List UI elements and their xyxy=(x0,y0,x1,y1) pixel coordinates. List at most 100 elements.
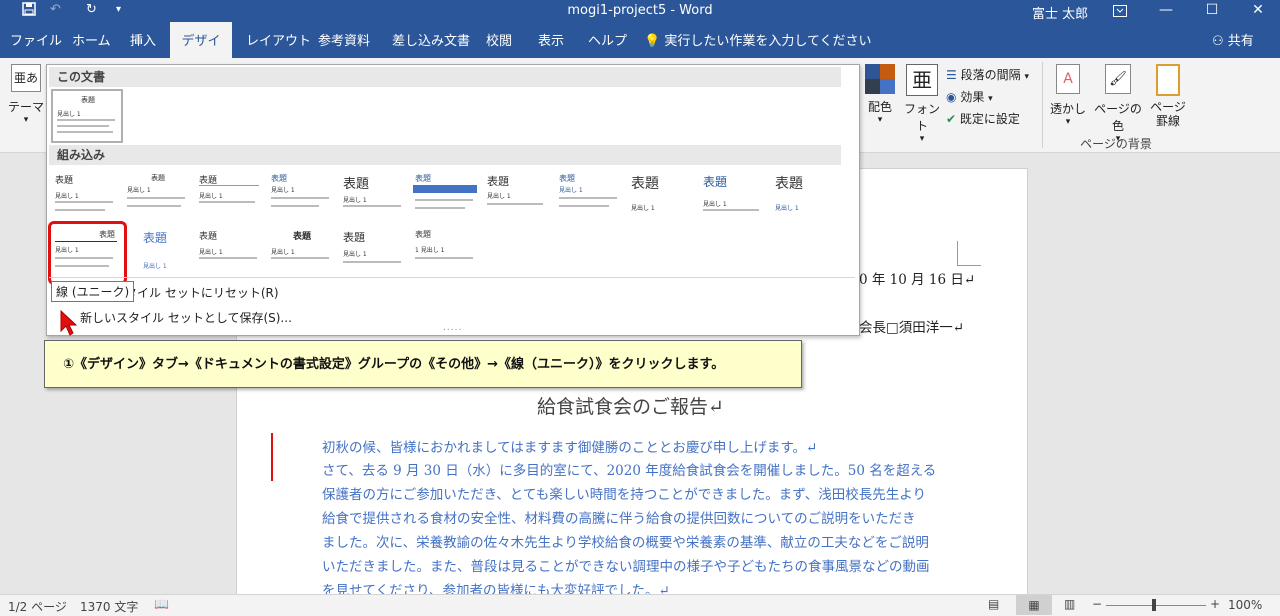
user-name[interactable]: 富士 太郎 xyxy=(1032,3,1088,22)
maximize-icon[interactable]: ☐ xyxy=(1190,0,1234,22)
fonts-button[interactable]: 亜 フォント ▾ xyxy=(902,64,942,144)
thumb-title: 表題 xyxy=(703,175,728,189)
watermark-button[interactable]: A 透かし ▾ xyxy=(1048,64,1088,127)
colors-label: 配色 xyxy=(867,100,892,114)
tab-help[interactable]: ヘルプ xyxy=(582,22,633,58)
zoom-slider-track[interactable] xyxy=(1106,605,1206,606)
thumb-line xyxy=(55,209,105,211)
page-borders-label: ページ罫線 xyxy=(1150,100,1186,128)
page-count[interactable]: 1/2 ページ xyxy=(8,598,67,615)
effects-button[interactable]: ◉ 効果 ▾ xyxy=(946,88,993,105)
style-thumb[interactable]: 表題 見出し 1 xyxy=(627,169,695,219)
page-borders-button[interactable]: ページ罫線 xyxy=(1148,64,1188,128)
thumb-heading: 見出し 1 xyxy=(271,249,295,256)
style-thumb[interactable]: 表題 1 見出し 1 xyxy=(411,225,479,275)
page-color-button[interactable]: 🖌 ページの色 ▾ xyxy=(1090,64,1146,144)
tab-design[interactable]: デザイン xyxy=(170,22,232,89)
ribbon-display-icon[interactable] xyxy=(1098,0,1142,22)
zoom-level[interactable]: 100% xyxy=(1228,598,1262,612)
tab-view[interactable]: 表示 xyxy=(532,22,570,58)
thumb-line xyxy=(343,261,401,263)
tab-home[interactable]: ホーム xyxy=(66,22,117,58)
change-bar xyxy=(271,433,273,481)
thumb-heading-bar xyxy=(413,185,477,193)
set-default-button[interactable]: ✔ 既定に設定 xyxy=(946,110,1020,127)
group-label-page-background: ページの背景 xyxy=(1080,137,1152,151)
style-thumb[interactable]: 表題 見出し 1 xyxy=(699,169,767,219)
style-thumb[interactable]: 表題 見出し 1 xyxy=(123,169,191,219)
tab-references[interactable]: 参考資料 xyxy=(312,22,376,58)
style-thumb[interactable]: 表題 見出し 1 xyxy=(267,225,335,275)
save-style-set-menu-item[interactable]: 新しいスタイル セットとして保存(S)... xyxy=(80,309,292,326)
proofing-icon[interactable]: 📖 xyxy=(154,597,169,611)
zoom-out-button[interactable]: − xyxy=(1092,597,1102,611)
thumb-title: 表題 xyxy=(343,177,370,192)
reset-style-set-menu-item[interactable]: タイル セットにリセット(R) xyxy=(125,284,279,301)
tell-me-box[interactable]: 💡 実行したい作業を入力してください xyxy=(644,22,872,58)
margin-mark xyxy=(957,265,981,266)
style-thumb[interactable]: 表題 見出し 1 xyxy=(555,169,623,219)
thumb-line xyxy=(199,257,257,259)
set-default-label: 既定に設定 xyxy=(959,112,1020,126)
effects-label: 効果 xyxy=(960,90,985,104)
theme-button[interactable]: 亜あ テーマ ▾ xyxy=(6,64,46,125)
lightbulb-icon: 💡 xyxy=(644,34,661,49)
thumb-title: 表題 xyxy=(199,232,218,242)
style-thumb[interactable]: 表題 見出し 1 xyxy=(483,169,551,219)
style-thumb[interactable]: 表題 見出し 1 xyxy=(771,169,839,219)
thumb-line xyxy=(415,257,473,259)
thumb-title: 表題 xyxy=(81,96,95,104)
doc-line: 保護者の方にご参加いただき、とても楽しい時間を持つことができました。まず、浅田校… xyxy=(322,487,926,503)
thumb-line xyxy=(57,125,109,127)
print-layout-icon[interactable]: ▦ xyxy=(1016,595,1052,615)
doc-sender: 会長□須田洋一↵ xyxy=(859,320,965,336)
thumb-line xyxy=(703,209,759,211)
style-thumb[interactable]: 表題 見出し 1 xyxy=(339,169,407,219)
style-thumb[interactable]: 表題 見出し 1 xyxy=(127,225,195,275)
thumb-line xyxy=(271,205,319,207)
zoom-slider-thumb[interactable] xyxy=(1152,599,1156,611)
style-set-gallery: この文書 表題 見出し 1 組み込み 表題 見出し 1 表題 見出し 1 表題 … xyxy=(46,64,860,336)
share-button[interactable]: ⚇ 共有 xyxy=(1212,22,1254,58)
thumb-heading: 見出し 1 xyxy=(703,201,727,208)
thumb-heading: 見出し 1 xyxy=(199,193,223,200)
style-thumb[interactable]: 表題 見出し 1 xyxy=(195,225,263,275)
style-thumb-current[interactable]: 表題 見出し 1 xyxy=(51,89,123,143)
thumb-heading: 見出し 1 xyxy=(631,205,655,212)
paragraph-spacing-button[interactable]: ☰ 段落の間隔 ▾ xyxy=(946,66,1029,83)
thumb-line xyxy=(487,203,543,205)
red-arrow-icon xyxy=(59,309,79,340)
style-thumb[interactable]: 表題 見出し 1 xyxy=(267,169,335,219)
web-layout-icon[interactable]: ▥ xyxy=(1064,597,1075,611)
tab-insert[interactable]: 挿入 xyxy=(124,22,162,58)
style-thumb[interactable]: 表題 見出し 1 xyxy=(339,225,407,275)
thumb-heading: 見出し 1 xyxy=(199,249,223,256)
word-count[interactable]: 1370 文字 xyxy=(80,598,138,615)
style-thumb[interactable]: 表題 見出し 1 xyxy=(51,169,119,219)
doc-line: 初秋の候、皆様におかれましてはますます御健勝のこととお慶び申し上げます。↵ xyxy=(322,440,818,456)
thumb-title: 表題 xyxy=(559,174,575,183)
tell-me-label: 実行したい作業を入力してください xyxy=(664,34,872,49)
resize-grip-icon[interactable]: ..... xyxy=(443,323,462,333)
tab-mailings[interactable]: 差し込み文書 xyxy=(386,22,476,58)
style-thumb[interactable]: 表題 xyxy=(411,169,479,219)
thumb-line xyxy=(57,131,113,133)
ribbon-tabs: ファイル ホーム 挿入 デザイン レイアウト 参考資料 差し込み文書 校閲 表示… xyxy=(0,22,1280,89)
thumb-title: 表題 xyxy=(271,174,287,183)
minimize-icon[interactable]: — xyxy=(1144,0,1188,22)
doc-line: 給食で提供される食材の安全性、材料費の高騰に伴う給食の提供回数についてのご説明を… xyxy=(322,511,916,527)
thumb-line xyxy=(415,207,465,209)
read-mode-icon[interactable]: ▤ xyxy=(988,597,999,611)
thumb-heading: 見出し 1 xyxy=(775,205,799,212)
tab-review[interactable]: 校閲 xyxy=(480,22,518,58)
colors-button[interactable]: 配色 ▾ xyxy=(862,64,898,125)
thumb-line xyxy=(199,201,255,203)
close-icon[interactable]: ✕ xyxy=(1236,0,1280,22)
person-icon: ⚇ xyxy=(1212,34,1224,49)
thumb-line xyxy=(127,197,185,199)
tab-file[interactable]: ファイル xyxy=(4,22,68,58)
thumb-heading: 見出し 1 xyxy=(343,197,367,204)
zoom-in-button[interactable]: + xyxy=(1210,597,1220,611)
tab-layout[interactable]: レイアウト xyxy=(240,22,317,58)
style-thumb[interactable]: 表題 見出し 1 xyxy=(195,169,263,219)
